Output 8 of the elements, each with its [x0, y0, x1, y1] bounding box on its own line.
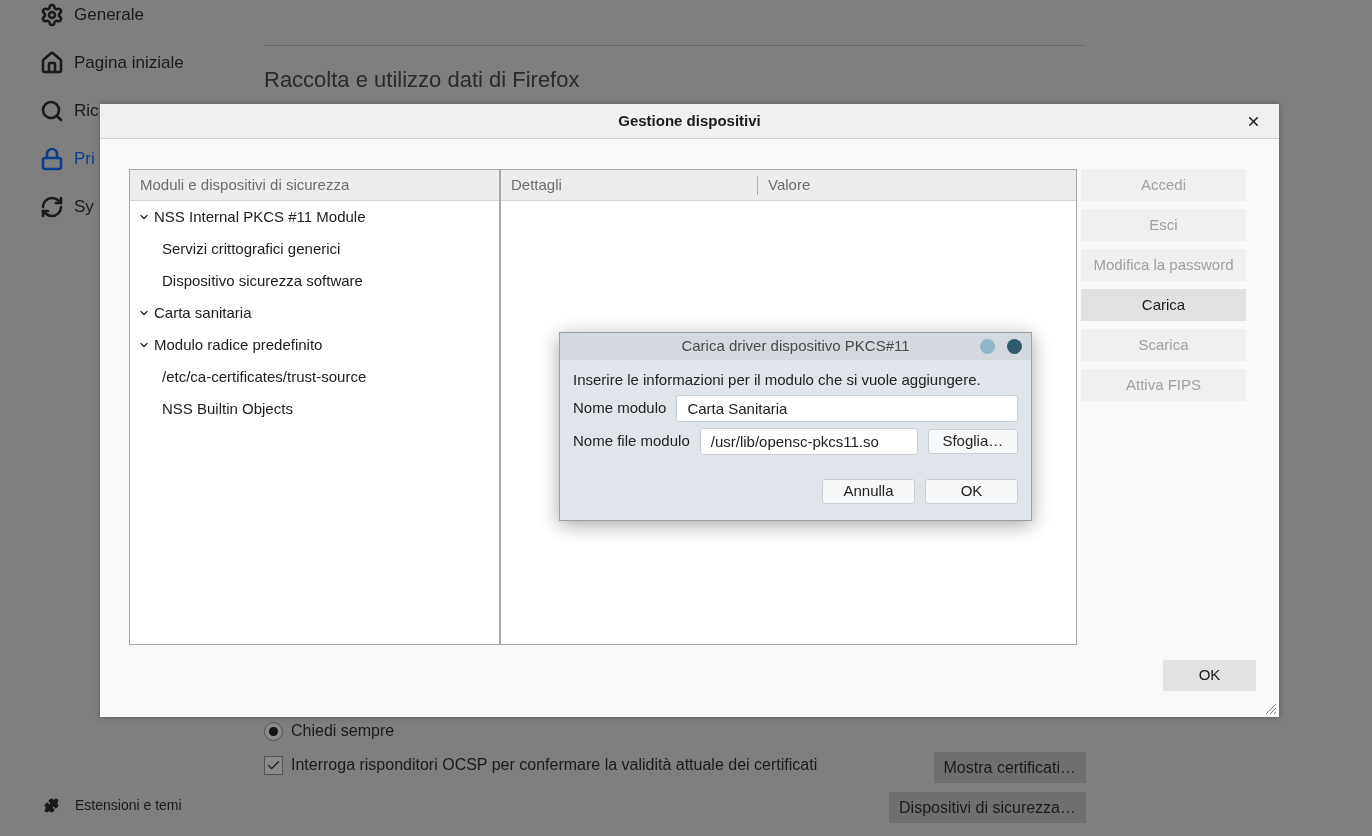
- section-heading: Raccolta e utilizzo dati di Firefox: [264, 66, 581, 94]
- checkbox-label: Interroga risponditori OCSP per confermare la validità attuale dei certificati: [291, 755, 818, 775]
- field-label: Nome file modulo: [573, 431, 690, 452]
- dialog-title: Carica driver dispositivo PKCS#11: [681, 336, 910, 357]
- prompt-text: Inserire le informazioni per il modulo che si vuole aggiungere.: [573, 370, 982, 389]
- radio-label: Chiedi sempre: [291, 721, 395, 741]
- field-label: Nome modulo: [573, 398, 667, 419]
- dialog-title: Gestione dispositivi: [618, 110, 761, 131]
